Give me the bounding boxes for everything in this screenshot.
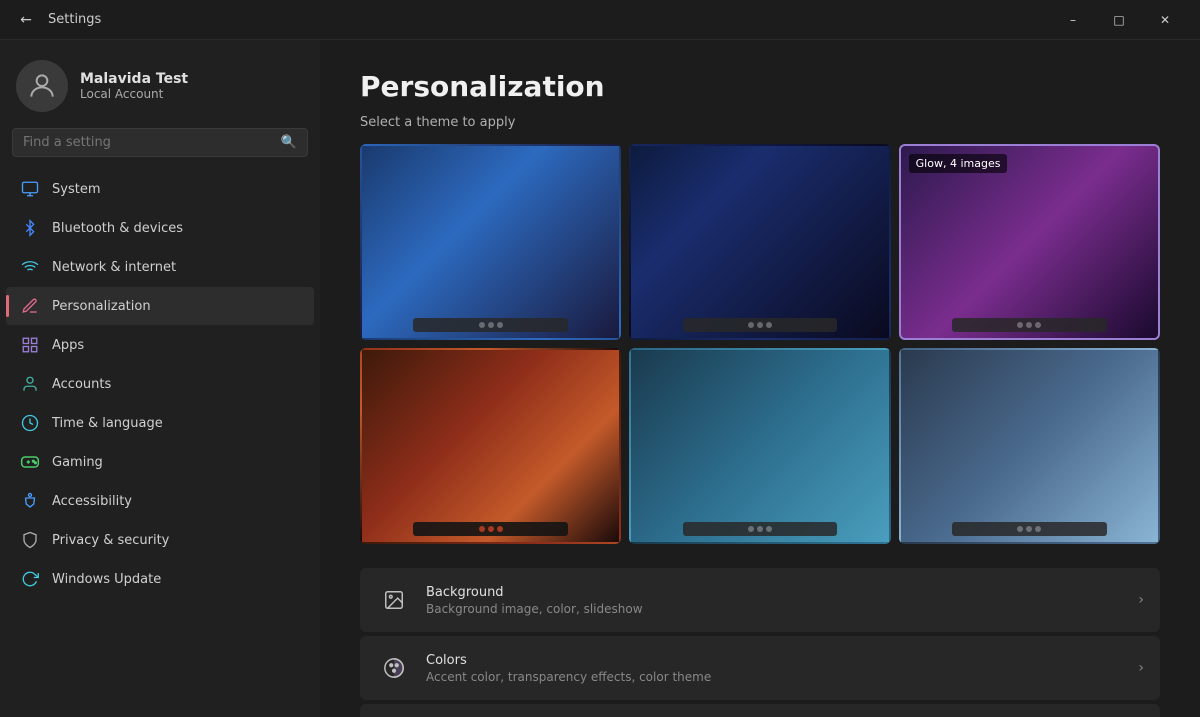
- sidebar-label-accessibility: Accessibility: [52, 494, 132, 509]
- personalization-icon: [20, 296, 40, 316]
- sidebar-label-network: Network & internet: [52, 260, 176, 275]
- sidebar-item-bluetooth[interactable]: Bluetooth & devices: [6, 209, 314, 247]
- theme-card-3[interactable]: Glow, 4 images: [899, 144, 1160, 340]
- user-info: Malavida Test Local Account: [80, 71, 188, 101]
- colors-desc: Accent color, transparency effects, colo…: [426, 670, 1124, 684]
- sidebar-label-accounts: Accounts: [52, 377, 111, 392]
- theme-label-3: Glow, 4 images: [909, 154, 1008, 173]
- sidebar-item-update[interactable]: Windows Update: [6, 560, 314, 598]
- sidebar-item-system[interactable]: System: [6, 170, 314, 208]
- search-icon: 🔍: [281, 135, 297, 150]
- sidebar-item-personalization[interactable]: Personalization: [6, 287, 314, 325]
- sidebar-item-time[interactable]: Time & language: [6, 404, 314, 442]
- theme-section-label: Select a theme to apply: [360, 115, 1160, 130]
- close-button[interactable]: ✕: [1142, 0, 1188, 40]
- titlebar: ← Settings – □ ✕: [0, 0, 1200, 40]
- background-title: Background: [426, 585, 1124, 600]
- accessibility-icon: [20, 491, 40, 511]
- sidebar-label-system: System: [52, 182, 100, 197]
- background-icon: [376, 582, 412, 618]
- background-text: Background Background image, color, slid…: [426, 585, 1124, 616]
- content-area: Personalization Select a theme to apply: [320, 40, 1200, 717]
- background-chevron: ›: [1138, 592, 1144, 608]
- colors-icon: [376, 650, 412, 686]
- maximize-button[interactable]: □: [1096, 0, 1142, 40]
- network-icon: [20, 257, 40, 277]
- theme-card-5[interactable]: [629, 348, 890, 544]
- theme-grid: Glow, 4 images: [360, 144, 1160, 544]
- user-profile[interactable]: Malavida Test Local Account: [0, 40, 320, 128]
- sidebar-label-bluetooth: Bluetooth & devices: [52, 221, 183, 236]
- search-input[interactable]: [23, 135, 273, 150]
- sidebar-item-privacy[interactable]: Privacy & security: [6, 521, 314, 559]
- user-type: Local Account: [80, 87, 188, 101]
- titlebar-title: Settings: [48, 12, 1050, 27]
- main-layout: Malavida Test Local Account 🔍 System: [0, 40, 1200, 717]
- time-icon: [20, 413, 40, 433]
- accounts-icon: [20, 374, 40, 394]
- avatar: [16, 60, 68, 112]
- background-desc: Background image, color, slideshow: [426, 602, 1124, 616]
- colors-chevron: ›: [1138, 660, 1144, 676]
- colors-text: Colors Accent color, transparency effect…: [426, 653, 1124, 684]
- theme-card-2[interactable]: [629, 144, 890, 340]
- sidebar-label-gaming: Gaming: [52, 455, 103, 470]
- colors-title: Colors: [426, 653, 1124, 668]
- settings-item-themes[interactable]: Themes Install, create, manage ›: [360, 704, 1160, 717]
- page-title: Personalization: [360, 70, 1160, 103]
- sidebar-label-personalization: Personalization: [52, 299, 151, 314]
- sidebar-item-accessibility[interactable]: Accessibility: [6, 482, 314, 520]
- apps-icon: [20, 335, 40, 355]
- settings-item-background[interactable]: Background Background image, color, slid…: [360, 568, 1160, 632]
- privacy-icon: [20, 530, 40, 550]
- sidebar-item-gaming[interactable]: Gaming: [6, 443, 314, 481]
- theme-card-4[interactable]: [360, 348, 621, 544]
- back-button[interactable]: ←: [12, 6, 40, 34]
- minimize-button[interactable]: –: [1050, 0, 1096, 40]
- sidebar-nav: System Bluetooth & devices Network & int…: [0, 169, 320, 599]
- sidebar-item-network[interactable]: Network & internet: [6, 248, 314, 286]
- sidebar-item-apps[interactable]: Apps: [6, 326, 314, 364]
- search-container: 🔍: [0, 128, 320, 169]
- sidebar-label-update: Windows Update: [52, 572, 161, 587]
- sidebar-label-time: Time & language: [52, 416, 163, 431]
- search-box: 🔍: [12, 128, 308, 157]
- sidebar-label-apps: Apps: [52, 338, 84, 353]
- update-icon: [20, 569, 40, 589]
- sidebar: Malavida Test Local Account 🔍 System: [0, 40, 320, 717]
- theme-card-1[interactable]: [360, 144, 621, 340]
- settings-list: Background Background image, color, slid…: [360, 568, 1160, 717]
- gaming-icon: [20, 452, 40, 472]
- window-controls: – □ ✕: [1050, 0, 1188, 40]
- sidebar-label-privacy: Privacy & security: [52, 533, 169, 548]
- system-icon: [20, 179, 40, 199]
- bluetooth-icon: [20, 218, 40, 238]
- user-name: Malavida Test: [80, 71, 188, 87]
- settings-item-colors[interactable]: Colors Accent color, transparency effect…: [360, 636, 1160, 700]
- theme-card-6[interactable]: [899, 348, 1160, 544]
- sidebar-item-accounts[interactable]: Accounts: [6, 365, 314, 403]
